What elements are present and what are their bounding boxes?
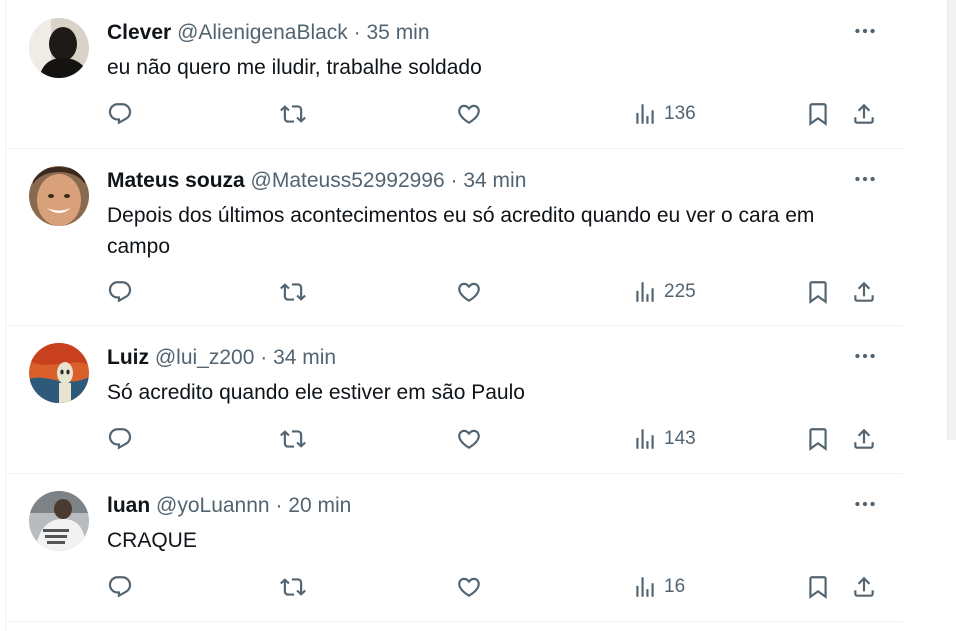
- action-bar: 143: [107, 422, 897, 456]
- tweet-header: luan @yoLuannn · 20 min: [107, 492, 351, 520]
- avatar[interactable]: [29, 343, 89, 403]
- view-count: 16: [664, 576, 686, 597]
- more-icon[interactable]: [850, 489, 880, 519]
- share-icon: [854, 428, 874, 449]
- bookmark-button[interactable]: [805, 422, 831, 456]
- user-handle[interactable]: @lui_z200: [155, 346, 255, 369]
- display-name[interactable]: luan: [107, 494, 150, 517]
- views-button[interactable]: 16: [632, 570, 685, 604]
- action-bar: 16: [107, 570, 897, 604]
- share-icon: [854, 576, 874, 597]
- bookmark-icon: [809, 103, 827, 126]
- reply-feed: Clever @AlienigenaBlack · 35 min eu não …: [5, 0, 903, 631]
- like-button[interactable]: [456, 422, 482, 456]
- timestamp[interactable]: 20 min: [288, 494, 351, 517]
- reply-button[interactable]: [107, 422, 133, 456]
- reply-button[interactable]: [107, 275, 133, 309]
- scrollbar[interactable]: [947, 0, 956, 440]
- views-icon: [636, 429, 654, 449]
- bookmark-button[interactable]: [805, 570, 831, 604]
- bookmark-icon: [809, 428, 827, 451]
- more-icon[interactable]: [850, 16, 880, 46]
- user-handle[interactable]: @AlienigenaBlack: [177, 21, 348, 44]
- display-name[interactable]: Clever: [107, 21, 171, 44]
- reply-icon: [108, 103, 132, 125]
- bookmark-icon: [809, 281, 827, 304]
- avatar[interactable]: [29, 166, 89, 226]
- retweet-icon: [280, 105, 306, 123]
- bookmark-button[interactable]: [805, 97, 831, 131]
- like-button[interactable]: [456, 570, 482, 604]
- view-count: 225: [664, 281, 696, 302]
- tweet[interactable]: Luiz @lui_z200 · 34 min Só acredito quan…: [6, 325, 902, 474]
- tweet-text: eu não quero me iludir, trabalhe soldado: [107, 56, 482, 79]
- reply-icon: [108, 281, 132, 303]
- view-count: 136: [664, 103, 696, 124]
- display-name[interactable]: Mateus souza: [107, 169, 245, 192]
- retweet-icon: [280, 283, 306, 301]
- share-button[interactable]: [851, 275, 877, 309]
- timestamp[interactable]: 34 min: [463, 169, 526, 192]
- display-name[interactable]: Luiz: [107, 346, 149, 369]
- separator-dot: ·: [450, 169, 458, 192]
- retweet-button[interactable]: [280, 570, 306, 604]
- like-icon: [458, 577, 480, 597]
- tweet[interactable]: luan @yoLuannn · 20 min CRAQUE 16: [6, 473, 902, 622]
- views-icon: [636, 104, 654, 124]
- share-button[interactable]: [851, 97, 877, 131]
- retweet-icon: [280, 578, 306, 596]
- like-icon: [458, 282, 480, 302]
- share-icon: [854, 281, 874, 302]
- views-icon: [636, 282, 654, 302]
- reply-icon: [108, 428, 132, 450]
- action-bar: 136: [107, 97, 897, 131]
- tweet-header: Mateus souza @Mateuss52992996 · 34 min: [107, 167, 526, 195]
- retweet-button[interactable]: [280, 97, 306, 131]
- right-panel: [902, 0, 956, 631]
- share-icon: [854, 103, 874, 124]
- separator-dot: ·: [275, 494, 283, 517]
- tweet[interactable]: Mateus souza @Mateuss52992996 · 34 min D…: [6, 148, 902, 326]
- retweet-button[interactable]: [280, 422, 306, 456]
- retweet-button[interactable]: [280, 275, 306, 309]
- user-handle[interactable]: @Mateuss52992996: [251, 169, 445, 192]
- reply-button[interactable]: [107, 97, 133, 131]
- tweet-text: Só acredito quando ele estiver em são Pa…: [107, 381, 525, 404]
- separator-dot: ·: [260, 346, 268, 369]
- like-icon: [458, 104, 480, 124]
- tweet-header: Luiz @lui_z200 · 34 min: [107, 344, 336, 372]
- like-icon: [458, 429, 480, 449]
- retweet-icon: [280, 430, 306, 448]
- like-button[interactable]: [456, 97, 482, 131]
- tweet-text: CRAQUE: [107, 529, 197, 552]
- views-icon: [636, 577, 654, 597]
- views-button[interactable]: 136: [632, 97, 696, 131]
- timestamp[interactable]: 34 min: [273, 346, 336, 369]
- more-icon[interactable]: [850, 164, 880, 194]
- user-handle[interactable]: @yoLuannn: [156, 494, 270, 517]
- bookmark-button[interactable]: [805, 275, 831, 309]
- tweet-text: Depois dos últimos acontecimentos eu só …: [107, 204, 815, 258]
- reply-button[interactable]: [107, 570, 133, 604]
- timestamp[interactable]: 35 min: [367, 21, 430, 44]
- avatar[interactable]: [29, 491, 89, 551]
- share-button[interactable]: [851, 422, 877, 456]
- like-button[interactable]: [456, 275, 482, 309]
- view-count: 143: [664, 428, 696, 449]
- separator-dot: ·: [353, 21, 361, 44]
- views-button[interactable]: 225: [632, 275, 696, 309]
- more-icon[interactable]: [850, 341, 880, 371]
- bookmark-icon: [809, 576, 827, 599]
- tweet-header: Clever @AlienigenaBlack · 35 min: [107, 19, 430, 47]
- reply-icon: [108, 576, 132, 598]
- views-button[interactable]: 143: [632, 422, 696, 456]
- avatar[interactable]: [29, 18, 89, 78]
- action-bar: 225: [107, 275, 897, 309]
- share-button[interactable]: [851, 570, 877, 604]
- tweet[interactable]: Clever @AlienigenaBlack · 35 min eu não …: [6, 0, 902, 149]
